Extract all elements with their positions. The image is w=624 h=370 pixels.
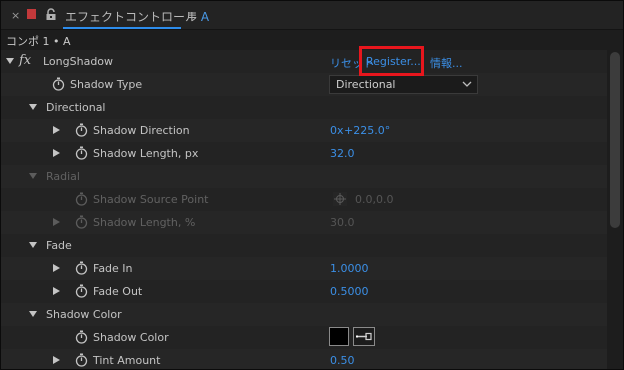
register-highlight-box bbox=[359, 46, 424, 76]
group-row-radial: Radial bbox=[1, 165, 607, 188]
stopwatch-icon[interactable] bbox=[75, 146, 88, 160]
param-label: Tint Amount bbox=[93, 354, 161, 367]
expand-toggle[interactable] bbox=[53, 287, 60, 295]
color-swatch[interactable] bbox=[329, 327, 349, 346]
expand-toggle[interactable] bbox=[53, 149, 60, 157]
param-row-shadow-color: Shadow Color bbox=[1, 326, 607, 349]
param-row-fade-out: Fade Out 0.5000 bbox=[1, 280, 607, 303]
group-collapse-toggle[interactable] bbox=[29, 173, 37, 179]
dropdown-selected-value: Directional bbox=[336, 78, 396, 91]
param-label: Shadow Source Point bbox=[93, 193, 209, 206]
lock-icon[interactable] bbox=[45, 8, 57, 21]
param-row-shadow-type: Shadow Type Directional bbox=[1, 73, 607, 96]
close-tab-button[interactable]: × bbox=[11, 9, 20, 22]
shadow-length-px-value[interactable]: 32.0 bbox=[330, 147, 355, 160]
stopwatch-icon[interactable] bbox=[75, 261, 88, 275]
param-label: Shadow Length, % bbox=[93, 216, 196, 229]
param-row-fade-in: Fade In 1.0000 bbox=[1, 257, 607, 280]
crosshair-icon bbox=[333, 192, 347, 206]
group-row-shadow-color: Shadow Color bbox=[1, 303, 607, 326]
param-label: Shadow Type bbox=[70, 78, 143, 91]
stopwatch-icon[interactable] bbox=[75, 353, 88, 367]
effect-header-row: fx LongShadow リセット Register... 情報... bbox=[1, 50, 607, 73]
eyedropper-button[interactable] bbox=[353, 327, 375, 346]
stopwatch-icon[interactable] bbox=[75, 330, 88, 344]
param-label: Shadow Direction bbox=[93, 124, 190, 137]
info-link[interactable]: 情報... bbox=[430, 55, 463, 71]
param-label: Fade In bbox=[93, 262, 133, 275]
effect-collapse-toggle[interactable] bbox=[6, 58, 14, 64]
group-row-directional: Directional bbox=[1, 96, 607, 119]
group-collapse-toggle[interactable] bbox=[29, 311, 37, 317]
group-collapse-toggle[interactable] bbox=[29, 104, 37, 110]
shadow-length-pct-value: 30.0 bbox=[330, 216, 355, 229]
panel-tab-bar: × エフェクトコントロール A ≡ bbox=[1, 1, 623, 29]
stopwatch-icon[interactable] bbox=[75, 284, 88, 298]
group-label: Fade bbox=[46, 239, 72, 252]
group-collapse-toggle[interactable] bbox=[29, 242, 37, 248]
comp-breadcrumb: コンポ 1 • A bbox=[1, 30, 623, 50]
expand-toggle bbox=[53, 218, 60, 226]
param-row-shadow-length-px: Shadow Length, px 32.0 bbox=[1, 142, 607, 165]
fade-in-value[interactable]: 1.0000 bbox=[330, 262, 369, 275]
direction-angle-value[interactable]: +225.0° bbox=[344, 124, 390, 137]
chevron-down-icon bbox=[462, 81, 472, 87]
param-row-tint-amount: Tint Amount 0.50 bbox=[1, 349, 607, 369]
eyedropper-icon bbox=[356, 332, 372, 341]
param-label: Shadow Length, px bbox=[93, 147, 199, 160]
group-label: Radial bbox=[46, 170, 80, 183]
param-row-shadow-source-point: Shadow Source Point 0.0,0.0 bbox=[1, 188, 607, 211]
param-label: Shadow Color bbox=[93, 331, 169, 344]
panel-title-layer: A bbox=[200, 10, 210, 24]
fx-toggle-icon[interactable]: fx bbox=[19, 53, 31, 68]
group-row-fade: Fade bbox=[1, 234, 607, 257]
expand-toggle[interactable] bbox=[53, 356, 60, 364]
tint-amount-value[interactable]: 0.50 bbox=[330, 354, 355, 367]
source-point-value: 0.0,0.0 bbox=[355, 193, 394, 206]
panel-menu-icon[interactable]: ≡ bbox=[187, 8, 197, 22]
shadow-type-dropdown[interactable]: Directional bbox=[329, 75, 478, 94]
fade-out-value[interactable]: 0.5000 bbox=[330, 285, 369, 298]
effect-controls-panel: × エフェクトコントロール A ≡ コンポ 1 • A fx LongShado… bbox=[0, 0, 624, 370]
stopwatch-icon[interactable] bbox=[52, 77, 65, 91]
label-color-swatch bbox=[27, 9, 36, 19]
expand-toggle[interactable] bbox=[53, 126, 60, 134]
expand-toggle[interactable] bbox=[53, 264, 60, 272]
comp-path-text: コンポ 1 • A bbox=[6, 35, 71, 48]
vertical-scrollbar[interactable] bbox=[607, 50, 623, 369]
stopwatch-icon[interactable] bbox=[75, 123, 88, 137]
param-row-shadow-direction: Shadow Direction 0x +225.0° bbox=[1, 119, 607, 142]
panel-title-text: エフェクトコントロール bbox=[65, 10, 198, 24]
direction-turns-value[interactable]: 0x bbox=[330, 124, 344, 137]
effect-parameter-list: fx LongShadow リセット Register... 情報... Sha… bbox=[1, 50, 607, 369]
param-label: Fade Out bbox=[93, 285, 143, 298]
param-row-shadow-length-pct: Shadow Length, % 30.0 bbox=[1, 211, 607, 234]
group-label: Directional bbox=[46, 101, 106, 114]
scrollbar-thumb[interactable] bbox=[610, 52, 620, 228]
effect-name: LongShadow bbox=[43, 55, 114, 68]
stopwatch-icon bbox=[75, 192, 88, 206]
stopwatch-icon bbox=[75, 215, 88, 229]
group-label: Shadow Color bbox=[46, 308, 122, 321]
